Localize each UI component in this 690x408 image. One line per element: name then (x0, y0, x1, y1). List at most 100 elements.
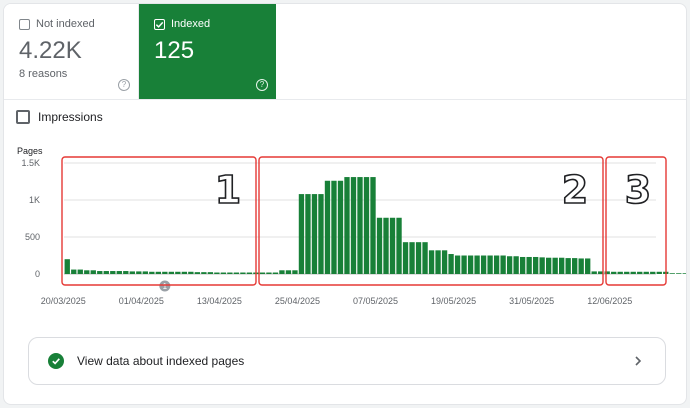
chevron-right-icon (635, 356, 642, 366)
bar (123, 271, 129, 274)
bar (194, 272, 201, 274)
bar (181, 271, 188, 274)
x-tick-label: 01/04/2025 (119, 296, 164, 306)
bar (201, 272, 207, 274)
bar (611, 271, 617, 274)
bar (585, 258, 591, 274)
checkbox-unchecked-icon[interactable] (19, 18, 30, 30)
bar (90, 270, 96, 274)
x-tick-label: 25/04/2025 (275, 296, 320, 306)
bar (383, 217, 389, 274)
bar (532, 256, 539, 274)
bar (188, 271, 194, 274)
annotation-number: 2 (562, 168, 588, 212)
bar (311, 194, 318, 274)
bar (136, 271, 142, 274)
bar (285, 270, 292, 274)
bar (422, 242, 428, 274)
bar (175, 271, 181, 274)
bar (103, 271, 109, 274)
divider (4, 99, 686, 100)
help-circle-icon[interactable]: ? (256, 79, 268, 91)
bar (318, 194, 324, 274)
checkbox-unchecked-icon[interactable] (16, 110, 30, 124)
bar (467, 255, 474, 274)
bar (493, 255, 500, 274)
annotation-number: 1 (215, 168, 241, 212)
bar (227, 272, 233, 274)
bar (676, 273, 682, 274)
bar (71, 269, 77, 274)
bar (337, 180, 344, 274)
bar (344, 177, 350, 274)
bar (500, 255, 506, 274)
bar (129, 271, 135, 274)
bar (272, 272, 279, 274)
y-axis-title: Pages (17, 146, 43, 156)
help-circle-icon[interactable]: ? (118, 79, 130, 91)
bar (637, 271, 643, 274)
bar (428, 250, 435, 274)
bar (259, 272, 266, 274)
bar (513, 256, 519, 274)
bar (305, 194, 311, 274)
not-indexed-metric-tile[interactable]: Not indexed 4.22K 8 reasons ? (4, 4, 139, 99)
bar (448, 254, 454, 274)
bar (84, 270, 90, 274)
not-indexed-reasons: 8 reasons (19, 68, 68, 80)
impressions-toggle[interactable]: Impressions (16, 110, 103, 124)
bar (331, 180, 337, 274)
bar (279, 270, 285, 274)
bar (77, 269, 83, 274)
bar (519, 256, 526, 274)
bar (402, 242, 409, 274)
bar (474, 255, 480, 274)
not-indexed-value: 4.22K (19, 37, 82, 64)
bar (162, 271, 168, 274)
bar (480, 255, 487, 274)
x-tick-label: 19/05/2025 (431, 296, 476, 306)
indexed-label: Indexed (171, 18, 211, 30)
bar (64, 259, 70, 274)
indexed-metric-tile[interactable]: Indexed 125 ? (139, 4, 276, 99)
bar (409, 242, 415, 274)
bar (487, 255, 493, 274)
indexed-header: Indexed (154, 18, 210, 30)
bar (617, 271, 623, 274)
bar (591, 271, 597, 274)
check-circle-icon (48, 353, 64, 369)
bar (461, 255, 467, 274)
bar (539, 257, 545, 274)
bar (149, 271, 155, 274)
bar (656, 271, 662, 274)
bar (357, 177, 363, 274)
bar (168, 271, 175, 274)
annotation-number: 3 (625, 168, 651, 212)
bar (292, 270, 298, 274)
bar (396, 217, 402, 274)
bar (572, 258, 578, 274)
bar (552, 257, 558, 274)
bar (376, 217, 383, 274)
impressions-label: Impressions (38, 110, 103, 124)
indexing-report-card: Not indexed 4.22K 8 reasons ? Indexed 12… (3, 3, 687, 405)
view-indexed-pages-button[interactable]: View data about indexed pages (28, 337, 666, 385)
bar (630, 271, 636, 274)
bar (324, 180, 331, 274)
bar (441, 250, 448, 274)
event-marker-label: 1 (163, 282, 168, 291)
bar (350, 177, 357, 274)
bar (650, 271, 656, 274)
bar (526, 256, 532, 274)
bar (578, 258, 584, 274)
bar (233, 272, 240, 274)
bar (142, 271, 148, 274)
bar (624, 271, 630, 274)
checkbox-checked-icon[interactable] (154, 18, 165, 30)
y-tick-label: 0 (35, 269, 40, 279)
bar (116, 271, 122, 274)
bar (97, 271, 103, 274)
y-tick-label: 500 (25, 232, 40, 242)
bar (155, 271, 161, 274)
bar (669, 273, 675, 274)
